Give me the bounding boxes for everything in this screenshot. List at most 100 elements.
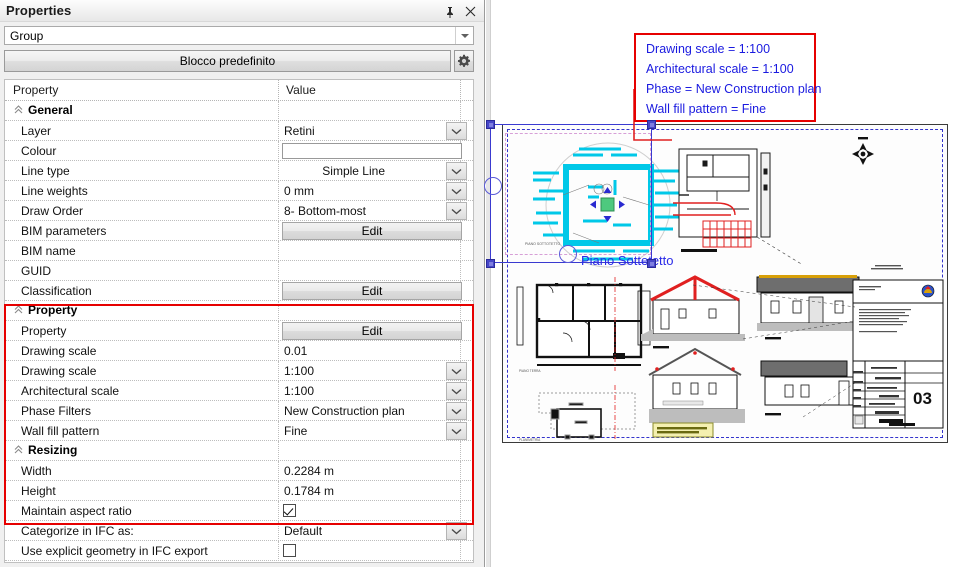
property-row[interactable]: BIM name (5, 241, 473, 261)
chevron-down-icon[interactable] (455, 27, 473, 44)
property-group-row[interactable]: Property (5, 301, 473, 321)
chevron-down-icon[interactable] (446, 382, 467, 400)
close-icon[interactable] (462, 3, 479, 20)
property-row[interactable]: PropertyEdit (5, 321, 473, 341)
property-label: Line type (21, 164, 70, 178)
object-type-selector[interactable]: Group (4, 26, 474, 45)
property-group-row[interactable]: General (5, 101, 473, 121)
cell-divider (278, 421, 279, 441)
property-label: Architectural scale (21, 384, 119, 398)
property-value: Retini (284, 124, 315, 138)
property-value: 1:100 (284, 384, 314, 398)
property-label: Phase Filters (21, 404, 91, 418)
property-row[interactable]: Drawing scale1:100 (5, 361, 473, 381)
property-row[interactable]: Drawing scale0.01 (5, 341, 473, 361)
cell-divider-2 (460, 261, 461, 281)
property-row[interactable]: Architectural scale 1:100 (5, 381, 473, 401)
property-row[interactable]: Height0.1784 m (5, 481, 473, 501)
collapse-chevron-icon[interactable] (13, 105, 24, 116)
annotation-line-2: Architectural scale = 1:100 (646, 62, 794, 76)
cell-divider (278, 321, 279, 341)
column-divider-2[interactable] (460, 80, 461, 101)
rotate-handle-left[interactable] (484, 177, 502, 195)
cell-divider-2 (460, 541, 461, 561)
property-row[interactable]: Width0.2284 m (5, 461, 473, 481)
property-row[interactable]: Draw Order8- Bottom-most (5, 201, 473, 221)
yellow-detail-band (653, 423, 713, 437)
colour-swatch[interactable] (282, 143, 462, 159)
predefined-block-button[interactable]: Blocco predefinito (4, 50, 451, 72)
north-arrow-icon (852, 137, 874, 165)
property-row[interactable]: Wall fill patternFine (5, 421, 473, 441)
collapse-chevron-icon[interactable] (13, 445, 24, 456)
gear-icon[interactable] (454, 50, 474, 72)
property-row[interactable]: Phase FiltersNew Construction plan (5, 401, 473, 421)
property-label: General (28, 103, 73, 117)
property-row[interactable]: Line weights0 mm (5, 181, 473, 201)
cell-divider (278, 361, 279, 381)
cell-divider (278, 161, 279, 181)
cell-divider-2 (460, 241, 461, 261)
chevron-down-icon[interactable] (446, 122, 467, 140)
cell-divider (278, 401, 279, 421)
page-title: Properties (6, 3, 71, 18)
column-header-property: Property (13, 83, 58, 97)
property-label: Classification (21, 284, 92, 298)
chevron-down-icon[interactable] (446, 522, 467, 540)
property-label: Resizing (28, 443, 77, 457)
property-row[interactable]: Categorize in IFC as:Default (5, 521, 473, 541)
edit-button[interactable]: Edit (282, 222, 462, 240)
svg-text:PLANIMETRIA: PLANIMETRIA (519, 438, 541, 442)
application-window: Properties Group Blocco predefinito (0, 0, 974, 567)
property-value: 8- Bottom-most (284, 204, 366, 218)
chevron-down-icon[interactable] (446, 182, 467, 200)
cell-divider-2 (460, 501, 461, 521)
cell-divider (278, 381, 279, 401)
chevron-down-icon[interactable] (446, 422, 467, 440)
resize-handle-top-left[interactable] (486, 120, 495, 129)
resize-handle-top-right[interactable] (647, 120, 656, 129)
resize-handle-bottom-right[interactable] (647, 259, 656, 268)
property-row[interactable]: GUID (5, 261, 473, 281)
property-group-row[interactable]: Resizing (5, 441, 473, 461)
sheet-number: 03 (913, 389, 932, 408)
properties-panel: Properties Group Blocco predefinito (0, 0, 485, 567)
site-plan (539, 393, 635, 439)
cell-divider (278, 181, 279, 201)
collapse-chevron-icon[interactable] (13, 305, 24, 316)
edit-button[interactable]: Edit (282, 322, 462, 340)
chevron-down-icon[interactable] (446, 202, 467, 220)
panel-title-bar: Properties (0, 0, 484, 22)
property-row[interactable]: Classification Edit (5, 281, 473, 301)
property-label: Line weights (21, 184, 88, 198)
annotation-line-3: Phase = New Construction plan (646, 82, 821, 96)
cell-divider-2 (460, 341, 461, 361)
property-row[interactable]: Line type Simple Line (5, 161, 473, 181)
resize-handle-bottom-left[interactable] (486, 259, 495, 268)
comune-emblem-icon (922, 285, 934, 297)
property-value: Simple Line (322, 164, 385, 178)
cell-divider (278, 501, 279, 521)
column-divider[interactable] (278, 80, 279, 101)
chevron-down-icon[interactable] (446, 362, 467, 380)
property-label: Property (28, 303, 77, 317)
property-row[interactable]: Use explicit geometry in IFC export (5, 541, 473, 561)
property-checkbox[interactable] (283, 504, 296, 517)
cell-divider (278, 201, 279, 221)
property-row[interactable]: BIM parametersEdit (5, 221, 473, 241)
cell-divider (278, 461, 279, 481)
property-row[interactable]: Layer Retini (5, 121, 473, 141)
property-checkbox[interactable] (283, 544, 296, 557)
property-row[interactable]: Colour (5, 141, 473, 161)
rotate-handle-bottom[interactable] (559, 245, 577, 263)
annotation-line-1: Drawing scale = 1:100 (646, 42, 770, 56)
chevron-down-icon[interactable] (446, 162, 467, 180)
pin-icon[interactable] (441, 3, 458, 20)
cell-divider (278, 441, 279, 461)
chevron-down-icon[interactable] (446, 402, 467, 420)
property-row[interactable]: Maintain aspect ratio (5, 501, 473, 521)
property-label: Layer (21, 124, 51, 138)
svg-text:PIANO TERRA: PIANO TERRA (519, 369, 541, 373)
property-value: Fine (284, 424, 307, 438)
edit-button[interactable]: Edit (282, 282, 462, 300)
